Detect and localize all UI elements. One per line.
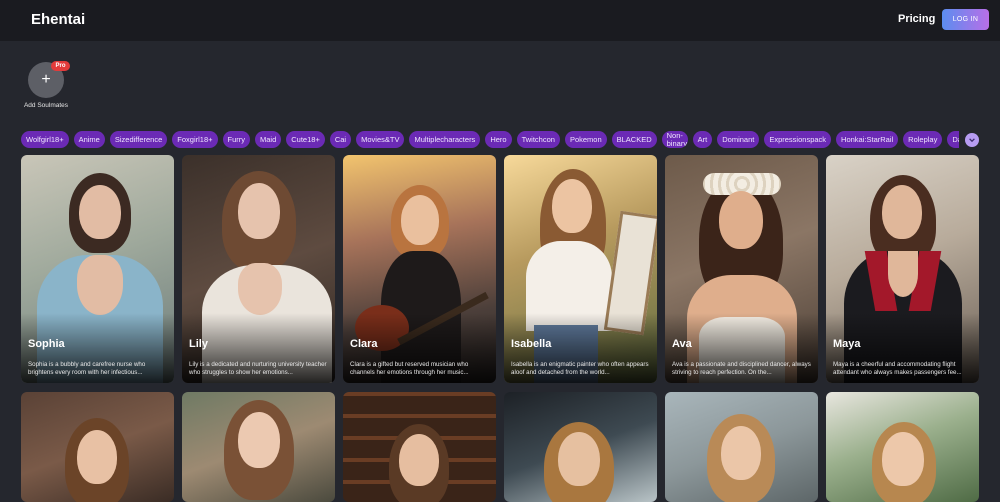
character-portrait (182, 392, 335, 502)
tag-filter-bar: Wolfgirl18+ Anime Sizedifference Foxgirl… (21, 131, 959, 148)
tag-chip[interactable]: Honkai:StarRail (836, 131, 899, 148)
tag-chip[interactable]: BLACKED (611, 131, 657, 148)
character-name: Isabella (511, 338, 552, 350)
tag-chip[interactable]: Movies&TV (356, 131, 405, 148)
character-name: Clara (350, 338, 378, 350)
tag-chip[interactable]: Anime (73, 131, 105, 148)
character-card[interactable] (826, 392, 979, 502)
tag-chip[interactable]: Art (692, 131, 713, 148)
character-portrait (665, 392, 818, 502)
tag-chip[interactable]: Darkt (947, 131, 959, 148)
chevron-down-icon (969, 138, 975, 143)
tag-chip[interactable]: Pokemon (564, 131, 607, 148)
character-description: Lily is a dedicated and nurturing univer… (189, 361, 327, 376)
login-button[interactable]: LOG IN (942, 9, 989, 30)
tag-chip[interactable]: Non-binary (661, 131, 688, 148)
pricing-link[interactable]: Pricing (898, 13, 935, 25)
character-portrait (826, 392, 979, 502)
tag-chip[interactable]: Expressionspack (764, 131, 832, 148)
tag-chip[interactable]: Wolfgirl18+ (21, 131, 69, 148)
character-card-sophia[interactable]: Sophia Sophia is a bubbly and carefree n… (21, 155, 174, 383)
tag-chip[interactable]: Sizedifference (109, 131, 168, 148)
character-card[interactable] (182, 392, 335, 502)
add-soulmates-label: Add Soulmates (23, 102, 69, 109)
tag-chip[interactable]: Multiplecharacters (409, 131, 481, 148)
tag-chip[interactable]: Cai (329, 131, 352, 148)
character-card[interactable] (343, 392, 496, 502)
tag-chip[interactable]: Dominant (717, 131, 760, 148)
character-card[interactable] (665, 392, 818, 502)
character-card-clara[interactable]: Clara Clara is a gifted but reserved mus… (343, 155, 496, 383)
character-card[interactable] (21, 392, 174, 502)
tag-chip[interactable]: Maid (255, 131, 282, 148)
site-logo[interactable]: Ehentai (31, 11, 85, 28)
character-card-ava[interactable]: Ava Ava is a passionate and disciplined … (665, 155, 818, 383)
character-portrait (504, 392, 657, 502)
character-description: Maya is a cheerful and accommodating fli… (833, 361, 962, 376)
character-card-isabella[interactable]: Isabella Isabella is an enigmatic painte… (504, 155, 657, 383)
character-portrait (21, 392, 174, 502)
character-name: Maya (833, 338, 861, 350)
character-name: Ava (672, 338, 692, 350)
character-description: Isabella is an enigmatic painter who oft… (511, 361, 649, 376)
character-portrait (343, 392, 496, 502)
character-description: Clara is a gifted but reserved musician … (350, 361, 469, 376)
character-description: Sophia is a bubbly and carefree nurse wh… (28, 361, 146, 376)
tag-chip[interactable]: Furry (222, 131, 250, 148)
character-name: Lily (189, 338, 208, 350)
character-card[interactable] (504, 392, 657, 502)
plus-icon: + (41, 71, 51, 88)
character-description: Ava is a passionate and disciplined danc… (672, 361, 811, 376)
top-navbar: Ehentai Pricing LOG IN (0, 0, 1000, 41)
tag-chip[interactable]: Roleplay (903, 131, 943, 148)
tag-chip[interactable]: Hero (485, 131, 512, 148)
pro-badge: Pro (51, 61, 70, 71)
character-name: Sophia (28, 338, 65, 350)
tags-scroll-button[interactable] (965, 133, 979, 147)
tag-chip[interactable]: Twitchcon (516, 131, 560, 148)
tag-chip[interactable]: Foxgirl18+ (172, 131, 218, 148)
character-card-maya[interactable]: Maya Maya is a cheerful and accommodatin… (826, 155, 979, 383)
character-card-lily[interactable]: Lily Lily is a dedicated and nurturing u… (182, 155, 335, 383)
tag-chip[interactable]: Cute18+ (286, 131, 325, 148)
